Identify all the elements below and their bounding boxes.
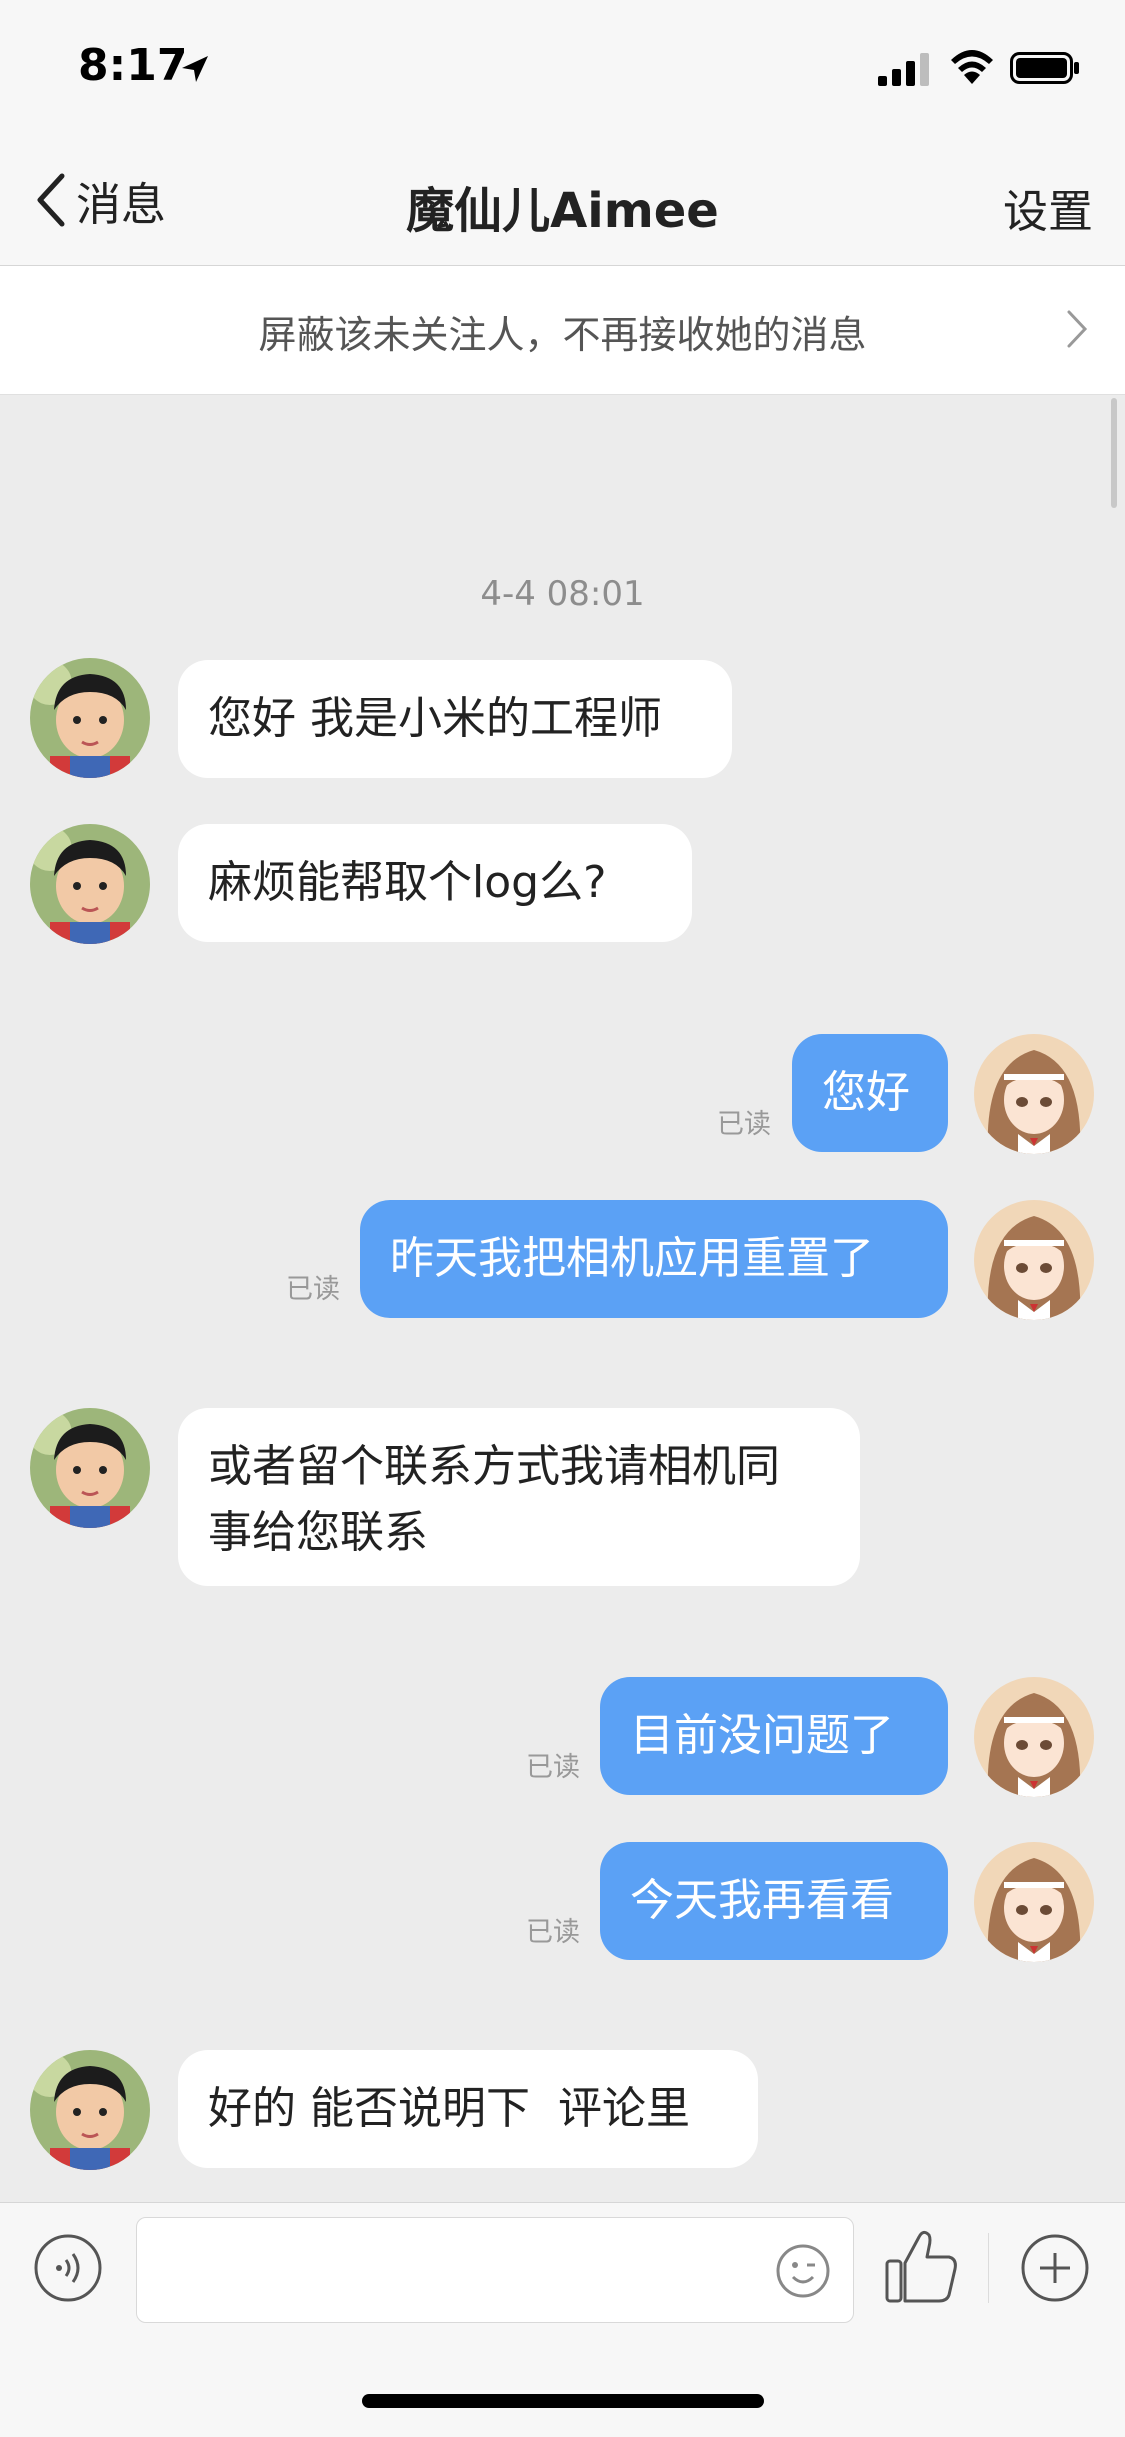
read-receipt: 已读 [526,1752,580,1783]
my-avatar[interactable] [974,1842,1094,1962]
message-timestamp: 4-4 08:01 [480,574,645,614]
message-bubble[interactable]: 目前没问题了 [600,1677,948,1795]
status-bar: 8:17 [0,0,1125,135]
contact-avatar[interactable] [30,2050,150,2170]
add-icon[interactable] [1020,2233,1090,2303]
message-bubble[interactable]: 您好 [792,1034,948,1152]
message-bubble[interactable]: 您好 我是小米的工程师 [178,660,732,778]
read-receipt: 已读 [717,1109,771,1140]
my-avatar[interactable] [974,1034,1094,1154]
scrollbar[interactable] [1111,398,1117,508]
location-arrow-icon [182,56,208,82]
nav-bar: 消息 魔仙儿Aimee 设置 [0,135,1125,266]
message-bubble[interactable]: 或者留个联系方式我请相机同 事给您联系 [178,1408,860,1586]
read-receipt: 已读 [526,1917,580,1948]
chevron-right-icon [1067,310,1088,348]
message-input[interactable] [136,2217,854,2323]
home-indicator[interactable] [362,2394,764,2408]
my-avatar[interactable] [974,1677,1094,1797]
contact-avatar[interactable] [30,824,150,944]
page-title: 魔仙儿Aimee [406,183,719,239]
message-bubble[interactable]: 好的 能否说明下 评论里 [178,2050,758,2168]
message-bubble[interactable]: 今天我再看看 [600,1842,948,1960]
block-user-banner[interactable]: 屏蔽该未关注人，不再接收她的消息 [0,266,1125,395]
status-time: 8:17 [78,40,188,91]
contact-avatar[interactable] [30,1408,150,1528]
cellular-signal-icon [878,53,929,86]
divider [988,2233,989,2303]
thumbs-up-icon[interactable] [883,2225,959,2305]
voice-input-icon[interactable] [33,2233,103,2303]
emoji-icon[interactable] [775,2243,831,2299]
battery-icon [1010,52,1079,84]
block-user-text: 屏蔽该未关注人，不再接收她的消息 [258,313,867,357]
wifi-icon [951,50,993,84]
message-bubble[interactable]: 麻烦能帮取个log么? [178,824,692,942]
read-receipt: 已读 [286,1274,340,1305]
contact-avatar[interactable] [30,658,150,778]
settings-button[interactable]: 设置 [1003,175,1093,240]
my-avatar[interactable] [974,1200,1094,1320]
message-bubble[interactable]: 昨天我把相机应用重置了 [360,1200,948,1318]
